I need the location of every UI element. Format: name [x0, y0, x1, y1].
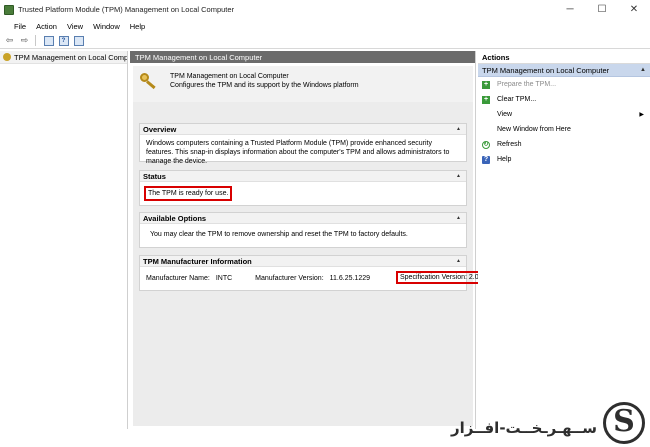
show-hide-action-pane-button[interactable]	[72, 35, 85, 47]
status-text: The TPM is ready for use.	[144, 186, 233, 201]
toolbar-separator	[35, 35, 36, 46]
actions-title: Actions	[478, 51, 650, 64]
overview-text: Windows computers containing a Trusted P…	[146, 140, 450, 165]
intro-banner: TPM Management on Local Computer Configu…	[133, 66, 473, 102]
action-prepare-tpm[interactable]: + Prepare the TPM...	[478, 77, 650, 92]
help-button[interactable]: ?	[57, 35, 70, 47]
menu-window[interactable]: Window	[88, 22, 125, 31]
collapse-icon[interactable]: ▲	[640, 67, 646, 73]
overview-header[interactable]: Overview ▲	[140, 124, 466, 135]
collapse-icon[interactable]: ▲	[456, 126, 461, 132]
watermark-logo: ســهـرـخــت-افــزار S	[451, 397, 645, 447]
watermark-text: ســهـرـخــت-افــزار	[451, 419, 597, 437]
actions-group-header[interactable]: TPM Management on Local Computer ▲	[478, 64, 650, 77]
status-section: Status ▲ The TPM is ready for use.	[139, 170, 467, 206]
show-hide-tree-button[interactable]	[42, 35, 55, 47]
action-view[interactable]: View ▶	[478, 107, 650, 122]
console-tree-icon	[43, 35, 54, 46]
actions-group-label: TPM Management on Local Computer	[482, 65, 610, 75]
tpm-content-area: TPM Management on Local Computer Configu…	[133, 66, 483, 426]
manufacturer-header[interactable]: TPM Manufacturer Information ▲	[140, 256, 466, 267]
menu-help[interactable]: Help	[125, 22, 150, 31]
menu-action[interactable]: Action	[31, 22, 62, 31]
manufacturer-version-label: Manufacturer Version:	[255, 275, 324, 282]
tpm-key-icon	[3, 53, 11, 61]
tree-item-tpm-management[interactable]: TPM Management on Local Compu	[0, 51, 127, 64]
submenu-arrow-icon: ▶	[639, 112, 644, 118]
collapse-icon[interactable]: ▲	[456, 258, 461, 264]
collapse-icon[interactable]: ▲	[456, 173, 461, 179]
menu-view[interactable]: View	[62, 22, 88, 31]
watermark-circle-logo: S	[603, 402, 645, 444]
manufacturer-info-row: Manufacturer Name: INTC Manufacturer Ver…	[140, 267, 483, 290]
minimize-button[interactable]: ─	[554, 0, 586, 19]
manufacturer-section: TPM Manufacturer Information ▲ Manufactu…	[139, 255, 483, 291]
add-icon: +	[482, 95, 490, 104]
window-title: Trusted Platform Module (TPM) Management…	[18, 5, 235, 14]
manufacturer-name-value: INTC	[215, 275, 233, 282]
available-options-section: Available Options ▲ You may clear the TP…	[139, 212, 467, 248]
action-pane-icon	[73, 35, 84, 46]
results-pane-header: TPM Management on Local Computer	[130, 51, 475, 63]
menu-bar: File Action View Window Help	[0, 19, 650, 33]
options-text: You may clear the TPM to remove ownershi…	[150, 231, 408, 238]
options-header[interactable]: Available Options ▲	[140, 213, 466, 224]
action-refresh[interactable]: ↻ Refresh	[478, 137, 650, 152]
specification-version: Specification Version: 2.0	[396, 271, 483, 284]
tree-item-label: TPM Management on Local Compu	[14, 52, 128, 62]
console-tree-pane: TPM Management on Local Compu	[0, 51, 128, 429]
actions-pane: Actions TPM Management on Local Computer…	[478, 51, 650, 429]
key-icon	[138, 71, 158, 90]
intro-description: Configures the TPM and its support by th…	[170, 82, 359, 89]
action-new-window[interactable]: New Window from Here	[478, 122, 650, 137]
overview-title: Overview	[143, 124, 177, 134]
toolbar: ⇦ ⇨ ?	[0, 33, 650, 49]
collapse-icon[interactable]: ▲	[456, 215, 461, 221]
status-title: Status	[143, 171, 166, 181]
forward-arrow-icon[interactable]: ⇨	[18, 35, 31, 47]
menu-file[interactable]: File	[0, 22, 31, 31]
action-clear-tpm[interactable]: + Clear TPM...	[478, 92, 650, 107]
spec-version-label: Specification Version:	[400, 274, 467, 281]
options-title: Available Options	[143, 213, 207, 223]
intro-title: TPM Management on Local Computer	[170, 73, 289, 80]
status-header[interactable]: Status ▲	[140, 171, 466, 182]
title-bar: Trusted Platform Module (TPM) Management…	[0, 0, 650, 19]
refresh-icon: ↻	[482, 140, 490, 149]
watermark-letter: S	[613, 404, 635, 439]
help-icon: ?	[482, 155, 490, 164]
results-pane: TPM Management on Local Computer TPM Man…	[130, 51, 483, 429]
manufacturer-name-label: Manufacturer Name:	[146, 275, 210, 282]
overview-section: Overview ▲ Windows computers containing …	[139, 123, 467, 165]
maximize-button[interactable]: ☐	[586, 0, 618, 19]
manufacturer-title: TPM Manufacturer Information	[143, 256, 252, 266]
back-arrow-icon[interactable]: ⇦	[3, 35, 16, 47]
action-help[interactable]: ? Help	[478, 152, 650, 167]
close-button[interactable]: ✕	[618, 0, 650, 19]
help-icon: ?	[58, 35, 69, 46]
manufacturer-version-value: 11.6.25.1229	[329, 275, 370, 282]
add-icon: +	[482, 80, 490, 89]
app-icon	[4, 4, 14, 15]
